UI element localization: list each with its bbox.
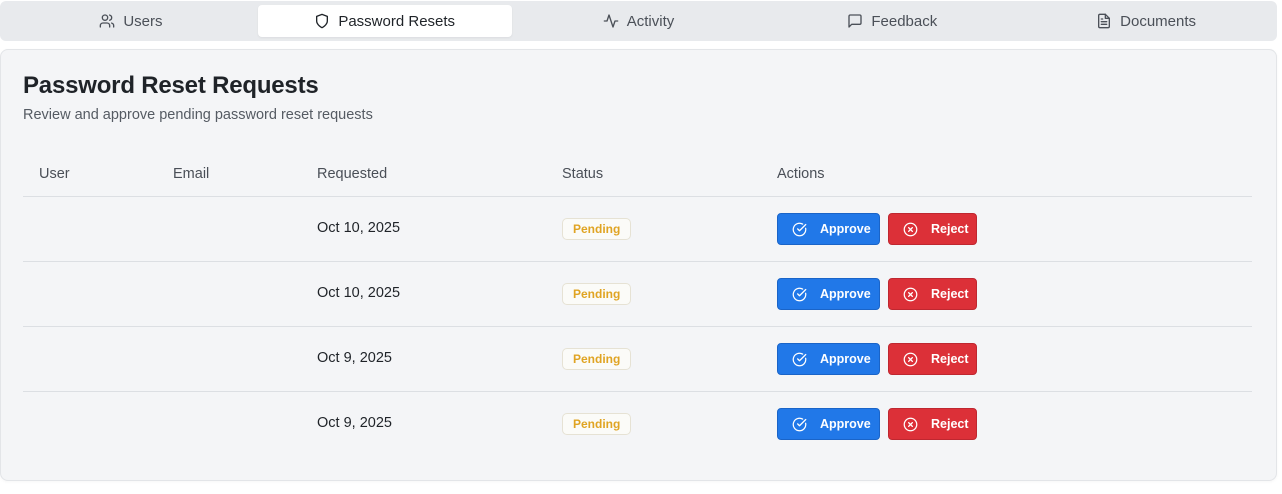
- tab-feedback-label: Feedback: [871, 12, 938, 30]
- tab-feedback[interactable]: Feedback: [765, 5, 1019, 37]
- approve-button[interactable]: Approve: [777, 278, 880, 310]
- tab-documents[interactable]: Documents: [1019, 5, 1273, 37]
- reject-button[interactable]: Reject: [888, 343, 977, 375]
- page-title: Password Reset Requests: [23, 72, 319, 99]
- approve-label: Approve: [820, 222, 871, 236]
- table-row: Oct 9, 2025 Pending Approve Reject: [23, 392, 1252, 457]
- status-badge: Pending: [562, 348, 632, 370]
- approve-label: Approve: [820, 417, 871, 431]
- column-header-user: User: [39, 166, 70, 182]
- column-header-email: Email: [173, 166, 210, 182]
- table-header: User Email Requested Status Actions: [23, 153, 1252, 197]
- shield-icon: [314, 13, 330, 29]
- status-badge: Pending: [562, 283, 632, 305]
- status-badge: Pending: [562, 413, 632, 435]
- tab-activity[interactable]: Activity: [512, 5, 766, 37]
- column-header-requested: Requested: [317, 166, 388, 182]
- requests-table: User Email Requested Status Actions Oct …: [23, 153, 1252, 457]
- check-circle-icon: [792, 417, 807, 432]
- table-row: Oct 10, 2025 Pending Approve Reject: [23, 197, 1252, 262]
- x-circle-icon: [903, 222, 918, 237]
- reject-label: Reject: [931, 352, 969, 366]
- tab-users[interactable]: Users: [4, 5, 258, 37]
- reject-label: Reject: [931, 222, 969, 236]
- requested-date: Oct 10, 2025: [317, 220, 401, 236]
- approve-label: Approve: [820, 352, 871, 366]
- tab-password-resets[interactable]: Password Resets: [257, 5, 512, 37]
- approve-button[interactable]: Approve: [777, 213, 880, 245]
- requested-date: Oct 9, 2025: [317, 350, 392, 366]
- tab-users-label: Users: [123, 12, 163, 30]
- file-text-icon: [1096, 13, 1112, 29]
- approve-label: Approve: [820, 287, 871, 301]
- check-circle-icon: [792, 352, 807, 367]
- tab-password-resets-label: Password Resets: [338, 12, 456, 30]
- activity-icon: [603, 13, 619, 29]
- approve-button[interactable]: Approve: [777, 408, 880, 440]
- users-icon: [99, 13, 115, 29]
- status-badge: Pending: [562, 218, 632, 240]
- message-square-icon: [847, 13, 863, 29]
- tab-bar: Users Password Resets Activity Feedback …: [0, 1, 1277, 41]
- password-reset-card: Password Reset Requests Review and appro…: [0, 49, 1277, 481]
- tab-activity-label: Activity: [626, 12, 675, 30]
- reject-label: Reject: [931, 417, 969, 431]
- requested-date: Oct 9, 2025: [317, 415, 392, 431]
- x-circle-icon: [903, 417, 918, 432]
- approve-button[interactable]: Approve: [777, 343, 880, 375]
- reject-button[interactable]: Reject: [888, 213, 977, 245]
- x-circle-icon: [903, 287, 918, 302]
- row-actions: Approve Reject: [777, 278, 977, 310]
- check-circle-icon: [792, 287, 807, 302]
- column-header-actions: Actions: [777, 166, 825, 182]
- row-actions: Approve Reject: [777, 213, 977, 245]
- reject-button[interactable]: Reject: [888, 278, 977, 310]
- tab-documents-label: Documents: [1120, 12, 1197, 30]
- table-row: Oct 9, 2025 Pending Approve Reject: [23, 327, 1252, 392]
- row-actions: Approve Reject: [777, 343, 977, 375]
- reject-button[interactable]: Reject: [888, 408, 977, 440]
- check-circle-icon: [792, 222, 807, 237]
- column-header-status: Status: [562, 166, 604, 182]
- reject-label: Reject: [931, 287, 969, 301]
- requested-date: Oct 10, 2025: [317, 285, 401, 301]
- row-actions: Approve Reject: [777, 408, 977, 440]
- page-subtitle: Review and approve pending password rese…: [23, 107, 373, 123]
- x-circle-icon: [903, 352, 918, 367]
- table-row: Oct 10, 2025 Pending Approve Reject: [23, 262, 1252, 327]
